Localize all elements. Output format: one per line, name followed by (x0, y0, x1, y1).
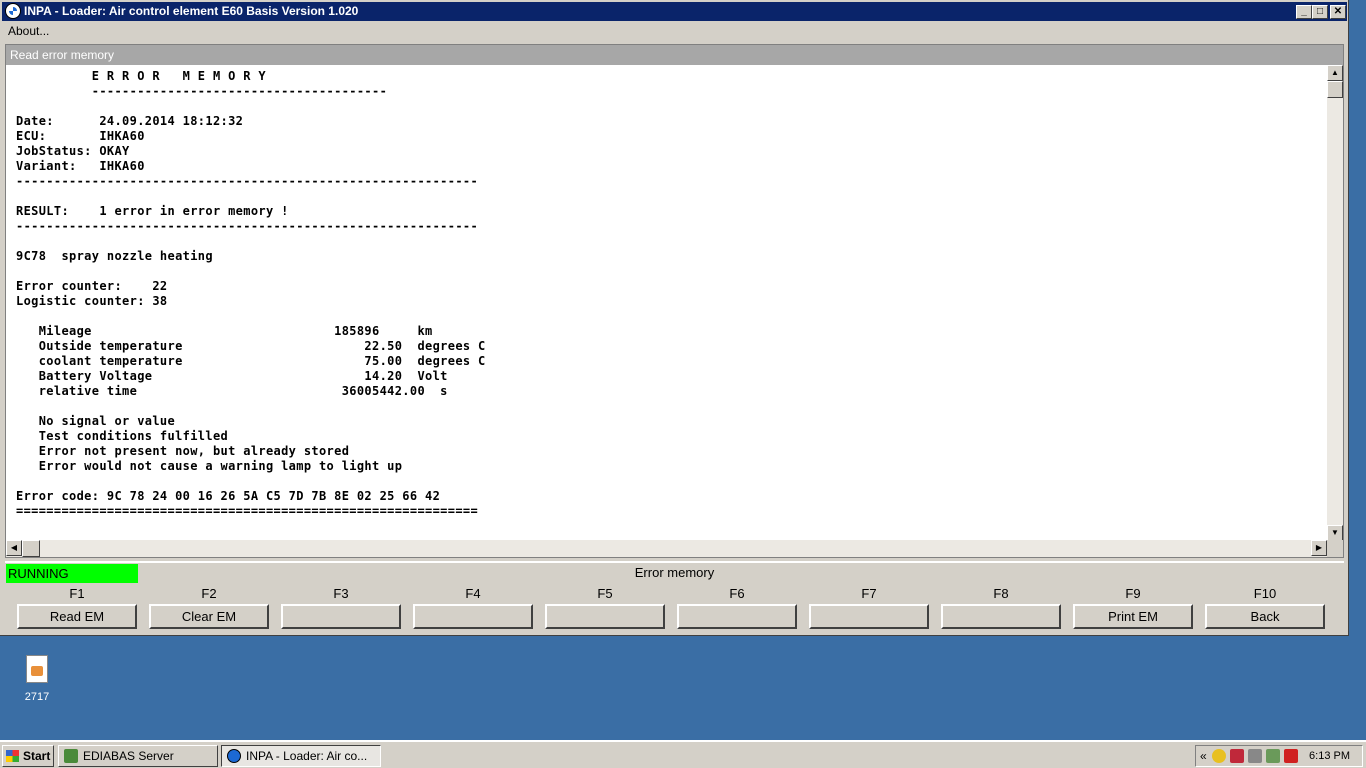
error-memory-output: E R R O R M E M O R Y ------------------… (6, 65, 1327, 541)
f5-button[interactable] (545, 604, 665, 629)
error-memory-panel: Read error memory E R R O R M E M O R Y … (5, 44, 1344, 558)
fkey-label-f6: F6 (729, 586, 745, 601)
scroll-right-button[interactable]: ▶ (1311, 540, 1327, 556)
f3-button[interactable] (281, 604, 401, 629)
taskbar-item-inpa[interactable]: INPA - Loader: Air co... (221, 745, 381, 767)
clock: 6:13 PM (1309, 750, 1350, 762)
horizontal-scrollbar[interactable]: ◀ ▶ (6, 540, 1327, 557)
horizontal-scroll-thumb[interactable] (22, 540, 40, 557)
fkey-label-f3: F3 (333, 586, 349, 601)
windows-logo-icon (6, 750, 19, 762)
desktop-icon-label: 2717 (24, 691, 50, 703)
minimize-button[interactable]: _ (1296, 5, 1312, 19)
print-em-button[interactable]: Print EM (1073, 604, 1193, 629)
f6-button[interactable] (677, 604, 797, 629)
acrobat-icon[interactable] (1284, 749, 1298, 763)
panel-header: Read error memory (6, 45, 1343, 65)
bmw-icon (227, 749, 241, 763)
taskbar-item-label: INPA - Loader: Air co... (246, 749, 368, 763)
close-button[interactable]: ✕ (1330, 5, 1346, 19)
fkey-label-f9: F9 (1125, 586, 1141, 601)
f4-button[interactable] (413, 604, 533, 629)
error-memory-text: E R R O R M E M O R Y ------------------… (16, 69, 486, 518)
read-em-button[interactable]: Read EM (17, 604, 137, 629)
status-title: Error memory (634, 565, 715, 580)
fkey-label-f10: F10 (1253, 586, 1277, 601)
fkey-label-f4: F4 (465, 586, 481, 601)
desktop-file-2717[interactable]: 2717 (17, 655, 57, 703)
menu-about[interactable]: About... (8, 24, 49, 38)
back-button[interactable]: Back (1205, 604, 1325, 629)
scroll-up-button[interactable]: ▲ (1327, 65, 1343, 81)
function-key-bar: RUNNING Error memory F1 F2 F3 F4 F5 F6 F… (5, 561, 1344, 633)
fkey-label-f5: F5 (597, 586, 613, 601)
network-icon[interactable] (1248, 749, 1262, 763)
system-tray: « 6:13 PM (1195, 745, 1363, 767)
taskbar-item-label: EDIABAS Server (83, 749, 174, 763)
f8-button[interactable] (941, 604, 1061, 629)
menu-bar: About... (2, 22, 1347, 41)
vertical-scrollbar[interactable]: ▲ ▼ (1327, 65, 1343, 541)
maximize-button[interactable]: □ (1312, 5, 1328, 19)
tray-expand-icon[interactable]: « (1200, 749, 1207, 763)
f7-button[interactable] (809, 604, 929, 629)
file-icon (26, 655, 48, 683)
start-label: Start (23, 749, 51, 763)
window-title: INPA - Loader: Air control element E60 B… (24, 4, 359, 18)
fkey-label-f7: F7 (861, 586, 877, 601)
scroll-left-button[interactable]: ◀ (6, 540, 22, 556)
tray-app-icon[interactable] (1266, 749, 1280, 763)
inpa-window: INPA - Loader: Air control element E60 B… (0, 0, 1349, 636)
taskbar: Start EDIABAS Server INPA - Loader: Air … (0, 740, 1366, 768)
fkey-label-f2: F2 (201, 586, 217, 601)
bmw-logo-icon[interactable] (5, 3, 21, 19)
antivirus-icon[interactable] (1230, 749, 1244, 763)
start-button[interactable]: Start (2, 745, 54, 767)
taskbar-item-ediabas[interactable]: EDIABAS Server (58, 745, 218, 767)
scroll-corner (1327, 540, 1343, 557)
vertical-scroll-thumb[interactable] (1327, 81, 1343, 98)
security-shield-icon[interactable] (1212, 749, 1226, 763)
title-bar[interactable]: INPA - Loader: Air control element E60 B… (2, 2, 1347, 21)
fkey-label-f8: F8 (993, 586, 1009, 601)
ediabas-icon (64, 749, 78, 763)
clear-em-button[interactable]: Clear EM (149, 604, 269, 629)
scroll-down-button[interactable]: ▼ (1327, 525, 1343, 541)
fkey-label-f1: F1 (69, 586, 85, 601)
